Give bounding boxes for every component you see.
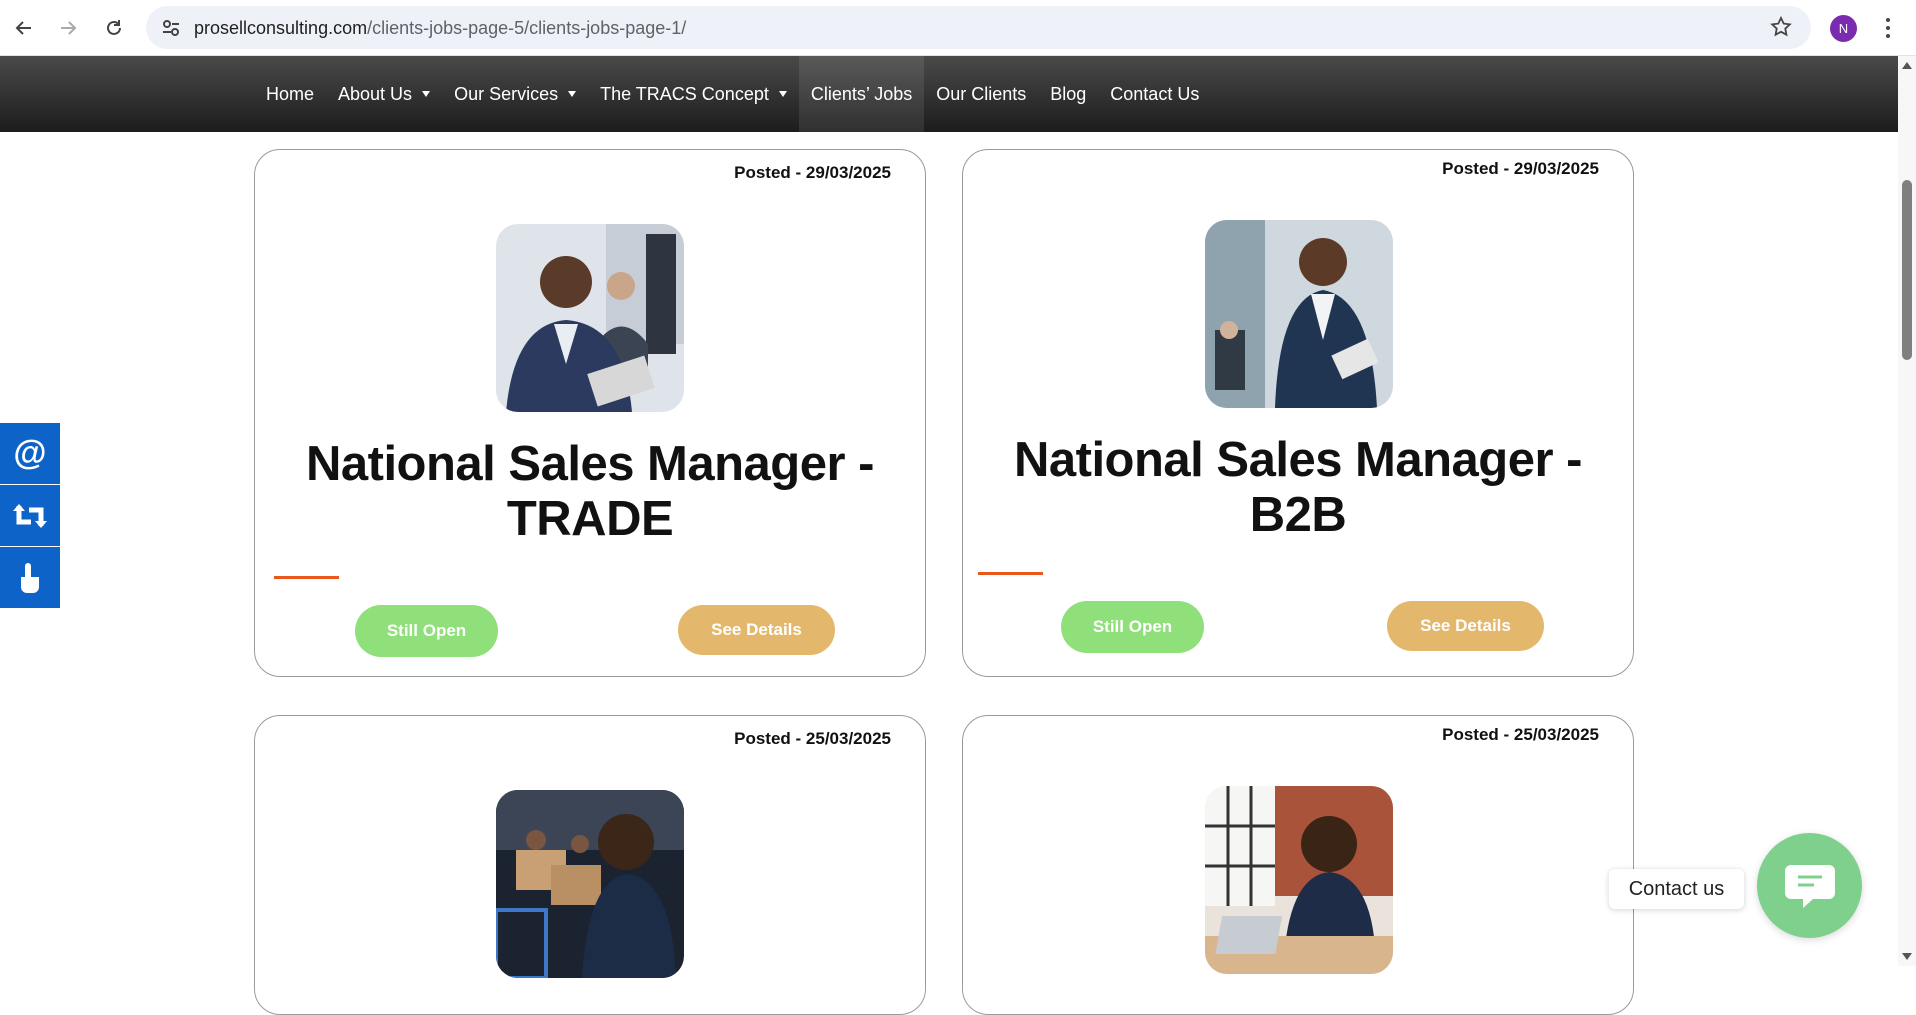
nav-item-about-us[interactable]: About Us: [326, 56, 442, 132]
accent-rule: [274, 576, 339, 579]
chat-bubble-icon: [1784, 864, 1835, 908]
retweet-share-button[interactable]: [0, 485, 60, 546]
nav-label: Blog: [1050, 83, 1087, 104]
see-details-button[interactable]: See Details: [1387, 601, 1544, 651]
accent-rule: [978, 572, 1043, 575]
job-photo: [496, 790, 684, 978]
nav-label: Our Services: [454, 83, 559, 104]
site-navigation: Home About Us Our Services The TRACS Con…: [0, 56, 1898, 132]
nav-label: About Us: [338, 83, 413, 104]
profile-avatar[interactable]: N: [1830, 15, 1857, 42]
see-details-button[interactable]: See Details: [678, 605, 835, 655]
job-title-line: TRADE: [506, 492, 674, 546]
posted-date: Posted - 25/03/2025: [1442, 725, 1599, 744]
click-share-button[interactable]: [0, 547, 60, 608]
job-title: National Sales Manager - B2B: [963, 433, 1633, 543]
still-open-button[interactable]: Still Open: [355, 605, 498, 657]
email-share-button[interactable]: @: [0, 423, 60, 484]
forward-arrow-icon[interactable]: [52, 12, 84, 44]
nav-label: The TRACS Concept: [600, 83, 769, 104]
nav-item-clients-jobs[interactable]: Clients’ Jobs: [798, 56, 925, 132]
posted-date: Posted - 29/03/2025: [1442, 159, 1599, 178]
job-photo: [1205, 220, 1393, 408]
job-card: Posted - 29/03/2025 National Sales Manag…: [962, 149, 1634, 677]
contact-us-label[interactable]: Contact us: [1609, 869, 1744, 909]
nav-label: Clients’ Jobs: [810, 83, 913, 104]
nav-item-our-services[interactable]: Our Services: [442, 56, 588, 132]
url-path: /clients-jobs-page-5/clients-jobs-page-1…: [367, 18, 687, 38]
caret-down-icon: [422, 91, 431, 97]
nav-label: Contact Us: [1110, 83, 1200, 104]
posted-date: Posted - 29/03/2025: [734, 163, 891, 182]
browser-menu-icon[interactable]: [1878, 14, 1898, 42]
scroll-down-arrow-icon[interactable]: [1902, 953, 1912, 960]
job-photo: [1205, 786, 1393, 974]
nav-label: Our Clients: [936, 83, 1027, 104]
scroll-up-arrow-icon[interactable]: [1902, 62, 1912, 69]
at-sign-icon: @: [13, 434, 47, 472]
pointing-hand-icon: [21, 562, 39, 593]
address-bar[interactable]: prosellconsulting.com/clients-jobs-page-…: [146, 6, 1811, 49]
reload-icon[interactable]: [98, 12, 130, 44]
job-card: Posted - 29/03/2025 National Sales Manag…: [254, 149, 926, 677]
page-scrollbar[interactable]: [1898, 56, 1916, 966]
job-title: National Sales Manager - TRADE: [255, 437, 925, 547]
job-card: Posted - 25/03/2025: [962, 715, 1634, 1015]
nav-item-tracs-concept[interactable]: The TRACS Concept: [588, 56, 799, 132]
scrollbar-thumb[interactable]: [1902, 180, 1912, 360]
site-settings-icon[interactable]: [160, 17, 182, 39]
nav-item-contact-us[interactable]: Contact Us: [1098, 56, 1211, 132]
caret-down-icon: [568, 91, 577, 97]
job-title-line: National Sales Manager -: [305, 437, 875, 491]
bookmark-star-icon[interactable]: [1769, 15, 1793, 39]
url-text[interactable]: prosellconsulting.com/clients-jobs-page-…: [194, 18, 686, 39]
nav-label: Home: [266, 83, 315, 104]
job-card: Posted - 25/03/2025: [254, 715, 926, 1015]
job-title-line: B2B: [1249, 488, 1347, 542]
posted-date: Posted - 25/03/2025: [734, 729, 891, 748]
nav-item-blog[interactable]: Blog: [1038, 56, 1098, 132]
contact-chat-button[interactable]: [1757, 833, 1862, 938]
job-photo: [496, 224, 684, 412]
still-open-button[interactable]: Still Open: [1061, 601, 1204, 653]
nav-item-our-clients[interactable]: Our Clients: [924, 56, 1038, 132]
nav-item-home[interactable]: Home: [254, 56, 326, 132]
job-title-line: National Sales Manager -: [1013, 433, 1583, 487]
back-arrow-icon[interactable]: [8, 12, 40, 44]
url-host: prosellconsulting.com: [194, 18, 368, 38]
browser-toolbar: prosellconsulting.com/clients-jobs-page-…: [0, 0, 1916, 56]
retweet-icon: [13, 503, 47, 528]
caret-down-icon: [778, 91, 787, 97]
